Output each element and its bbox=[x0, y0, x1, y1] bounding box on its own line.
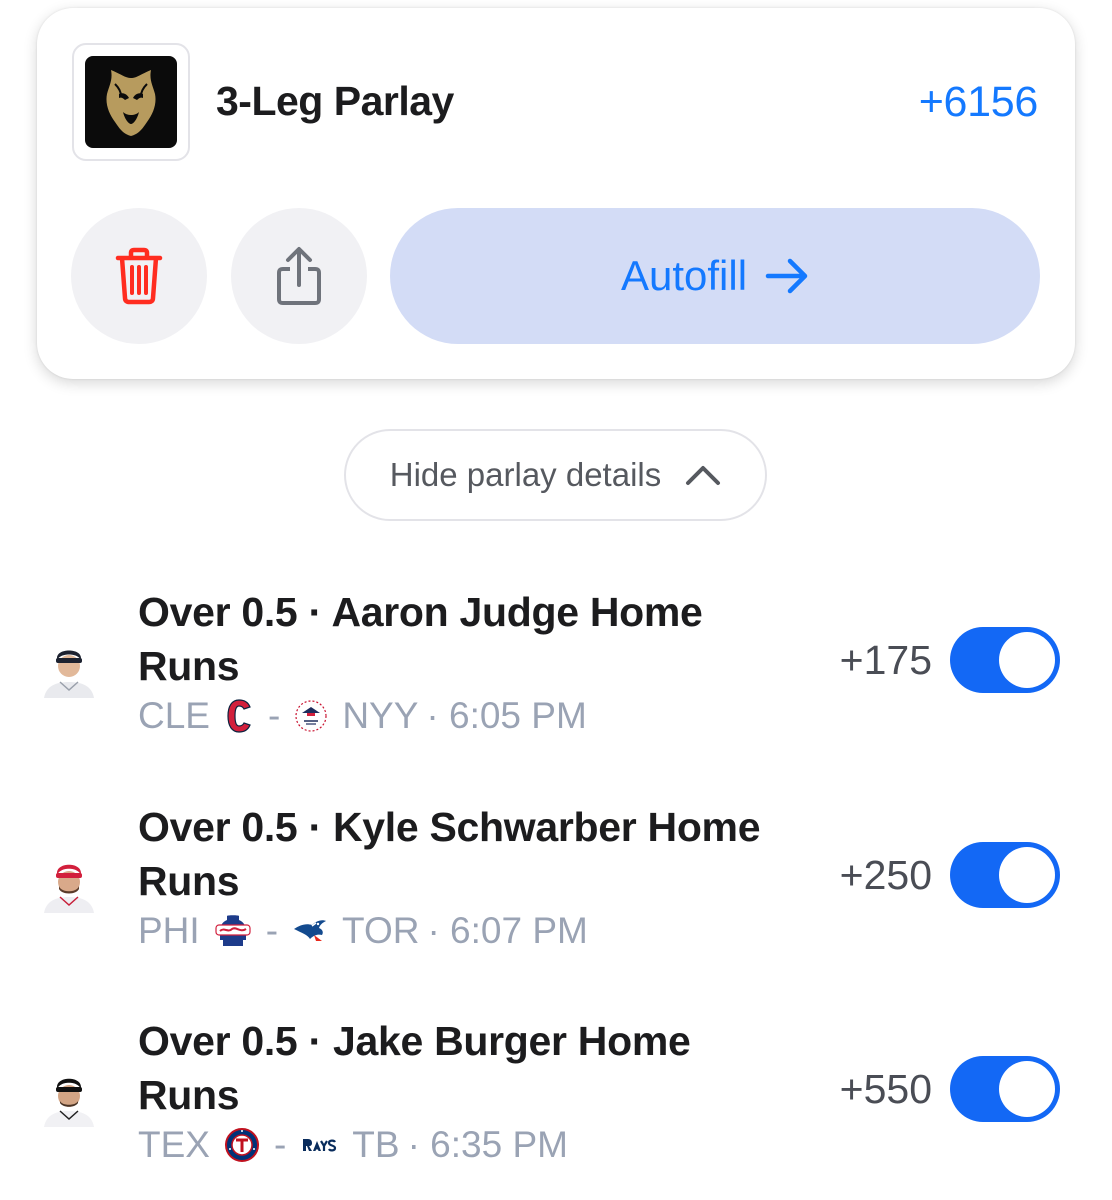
player-avatar bbox=[40, 640, 98, 698]
home-team: TOR bbox=[342, 910, 420, 951]
parlay-odds: +6156 bbox=[918, 78, 1039, 126]
leg-row: Over 0.5 · Kyle Schwarber Home Runs PHI … bbox=[0, 800, 1112, 980]
delete-button[interactable] bbox=[71, 208, 207, 344]
yankees-logo-icon bbox=[294, 699, 328, 733]
away-team: CLE bbox=[138, 695, 210, 736]
leg-matchup: PHI - TOR · 6:07 PM bbox=[138, 910, 588, 952]
away-team: TEX bbox=[138, 1124, 210, 1165]
phillies-logo-icon bbox=[214, 914, 252, 948]
toggle-knob bbox=[999, 632, 1055, 688]
rangers-logo-icon bbox=[224, 1127, 260, 1163]
game-time: · 6:35 PM bbox=[407, 1124, 568, 1165]
leg-title: Over 0.5 · Jake Burger Home Runs bbox=[138, 1018, 691, 1118]
away-team: PHI bbox=[138, 910, 200, 951]
arrow-right-icon bbox=[765, 258, 808, 294]
leg-odds: +175 bbox=[839, 637, 932, 683]
toggle-knob bbox=[999, 1061, 1055, 1117]
player-avatar bbox=[40, 855, 98, 913]
parlay-card: 3-Leg Parlay +6156 Autofill bbox=[37, 8, 1075, 379]
leg-title: Over 0.5 · Kyle Schwarber Home Runs bbox=[138, 804, 761, 904]
rays-logo-icon bbox=[300, 1135, 338, 1155]
leg-row: Over 0.5 · Aaron Judge Home Runs CLE - N… bbox=[0, 585, 1112, 765]
matchup-separator: - bbox=[273, 1124, 287, 1165]
leg-odds: +550 bbox=[839, 1066, 932, 1112]
hide-details-label: Hide parlay details bbox=[389, 456, 662, 493]
leg-row: Over 0.5 · Jake Burger Home Runs TEX - T… bbox=[0, 1014, 1112, 1194]
matchup-separator: - bbox=[265, 910, 279, 951]
lion-logo-icon bbox=[106, 70, 156, 136]
parlay-title: 3-Leg Parlay bbox=[216, 78, 454, 124]
trash-icon bbox=[115, 247, 163, 305]
home-team: NYY bbox=[342, 695, 419, 736]
autofill-label: Autofill bbox=[620, 252, 748, 299]
matchup-separator: - bbox=[267, 695, 281, 736]
share-icon bbox=[277, 247, 321, 305]
leg-odds: +250 bbox=[839, 852, 932, 898]
autofill-button[interactable]: Autofill bbox=[390, 208, 1040, 344]
blue-jays-logo-icon bbox=[292, 915, 328, 947]
game-time: · 6:07 PM bbox=[427, 910, 588, 951]
game-time: · 6:05 PM bbox=[426, 695, 587, 736]
leg-matchup: TEX - TB · 6:35 PM bbox=[138, 1124, 568, 1166]
sportsbook-logo bbox=[72, 43, 190, 161]
chevron-up-icon bbox=[686, 466, 721, 485]
leg-title: Over 0.5 · Aaron Judge Home Runs bbox=[138, 589, 703, 689]
leg-matchup: CLE - NYY · 6:05 PM bbox=[138, 695, 587, 737]
leg-toggle[interactable] bbox=[950, 842, 1060, 908]
player-avatar bbox=[40, 1069, 98, 1127]
share-button[interactable] bbox=[231, 208, 367, 344]
guardians-logo-icon bbox=[224, 697, 254, 735]
leg-toggle[interactable] bbox=[950, 627, 1060, 693]
hide-details-button[interactable]: Hide parlay details bbox=[344, 429, 767, 521]
home-team: TB bbox=[352, 1124, 400, 1165]
leg-toggle[interactable] bbox=[950, 1056, 1060, 1122]
toggle-knob bbox=[999, 847, 1055, 903]
